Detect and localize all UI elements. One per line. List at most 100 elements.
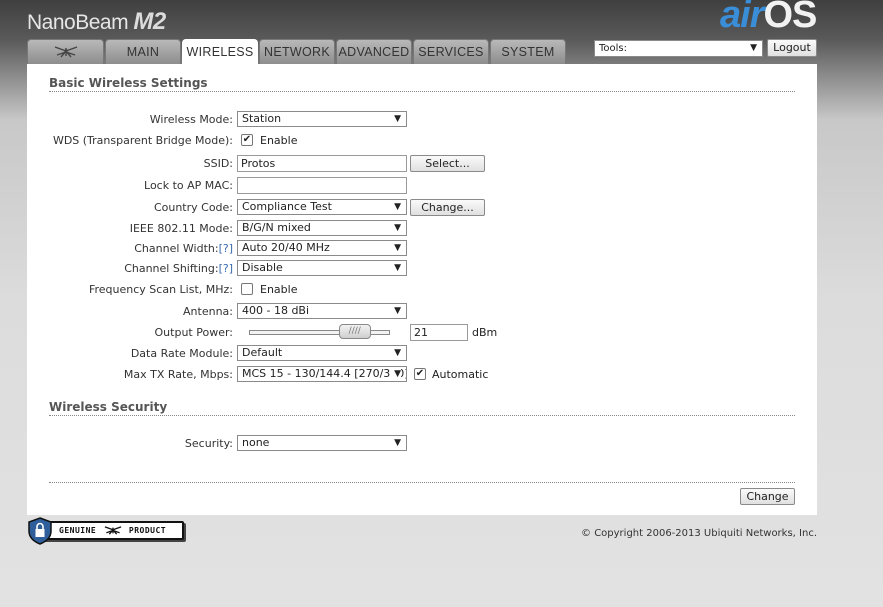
country-change-button[interactable]: Change... — [410, 199, 485, 216]
change-button[interactable]: Change — [740, 488, 795, 505]
channel-width-select[interactable]: Auto 20/40 MHz ▼ — [237, 240, 407, 256]
basic-settings-title: Basic Wireless Settings — [49, 76, 208, 90]
copyright-text: © Copyright 2006-2013 Ubiquiti Networks,… — [581, 528, 817, 539]
airos-logo-os: OS — [763, 0, 817, 36]
country-code-label: Country Code: — [153, 201, 233, 214]
tab-services[interactable]: SERVICES — [413, 39, 489, 64]
product-model: M2 — [133, 8, 166, 35]
tools-select[interactable]: Tools: ▼ — [594, 40, 763, 57]
dropdown-arrow-icon: ▼ — [394, 243, 401, 253]
country-code-row: Country Code: Compliance Test ▼ Change..… — [27, 199, 817, 216]
wireless-mode-row: Wireless Mode: Station ▼ — [27, 111, 817, 128]
main-tabs: MAIN WIRELESS NETWORK ADVANCED SERVICES … — [27, 39, 567, 64]
channel-shifting-help-link[interactable]: [?] — [219, 262, 233, 275]
channel-shifting-row: Channel Shifting:[?] Disable ▼ — [27, 260, 817, 277]
output-power-unit: dBm — [472, 326, 498, 339]
tab-advanced[interactable]: ADVANCED — [336, 39, 412, 64]
settings-panel: Basic Wireless Settings Wireless Mode: S… — [27, 64, 817, 515]
data-rate-module-value: Default — [242, 346, 283, 359]
security-select[interactable]: none ▼ — [237, 435, 407, 451]
max-tx-rate-row: Max TX Rate, Mbps: MCS 15 - 130/144.4 [2… — [27, 366, 817, 383]
max-tx-rate-label: Max TX Rate, Mbps: — [123, 368, 233, 381]
country-code-value: Compliance Test — [242, 200, 332, 213]
dropdown-arrow-icon: ▼ — [394, 223, 401, 233]
section-divider — [49, 482, 795, 483]
channel-width-label: Channel Width:[?] — [13, 240, 233, 257]
ssid-label: SSID: — [203, 157, 233, 170]
security-value: none — [242, 436, 270, 449]
wds-row: WDS (Transparent Bridge Mode): ✔ Enable — [27, 132, 817, 149]
channel-width-value: Auto 20/40 MHz — [242, 241, 330, 254]
dropdown-arrow-icon: ▼ — [394, 114, 401, 124]
product-name: NanoBeam M2 — [27, 8, 166, 36]
output-power-label: Output Power: — [154, 326, 233, 339]
channel-width-help-link[interactable]: [?] — [219, 242, 233, 255]
freq-scan-checkbox[interactable] — [241, 283, 253, 295]
dropdown-arrow-icon: ▼ — [394, 202, 401, 212]
ieee-mode-label: IEEE 802.11 Mode: — [129, 222, 233, 235]
output-power-input[interactable]: 21 — [410, 324, 468, 341]
channel-width-label-text: Channel Width: — [134, 242, 219, 255]
lock-shield-icon — [28, 517, 52, 545]
channel-shifting-select[interactable]: Disable ▼ — [237, 260, 407, 276]
wds-enable-label: Enable — [260, 134, 298, 147]
dropdown-arrow-icon: ▼ — [394, 438, 401, 448]
genuine-word: GENUINE — [59, 526, 97, 535]
channel-shifting-value: Disable — [242, 261, 283, 274]
ubiquiti-logo-icon — [104, 526, 121, 535]
max-tx-rate-value: MCS 15 - 130/144.4 [270/300] — [242, 367, 407, 380]
product-label: NanoBeam — [27, 11, 129, 34]
airos-logo-air: air — [720, 0, 764, 36]
freq-scan-row: Frequency Scan List, MHz: Enable — [27, 281, 817, 298]
ieee-mode-select[interactable]: B/G/N mixed ▼ — [237, 220, 407, 236]
tab-network[interactable]: NETWORK — [259, 39, 335, 64]
wireless-mode-select[interactable]: Station ▼ — [237, 111, 407, 127]
ieee-mode-row: IEEE 802.11 Mode: B/G/N mixed ▼ — [27, 220, 817, 237]
antenna-row: Antenna: 400 - 18 dBi ▼ — [27, 303, 817, 320]
antenna-select[interactable]: 400 - 18 dBi ▼ — [237, 303, 407, 319]
product-word: PRODUCT — [128, 526, 167, 535]
output-power-row: Output Power: //// 21 dBm — [27, 324, 817, 341]
lock-ap-mac-input[interactable] — [237, 177, 407, 194]
dropdown-arrow-icon: ▼ — [391, 367, 401, 381]
channel-shifting-label-text: Channel Shifting: — [124, 262, 219, 275]
section-divider — [49, 91, 795, 92]
dropdown-arrow-icon: ▼ — [750, 43, 757, 53]
antenna-value: 400 - 18 dBi — [242, 304, 310, 317]
lock-ap-mac-label: Lock to AP MAC: — [144, 179, 233, 192]
max-tx-rate-select[interactable]: MCS 15 - 130/144.4 [270/300] ▼ — [237, 366, 407, 382]
genuine-product-label: GENUINE PRODUCT — [39, 521, 184, 540]
wds-label: WDS (Transparent Bridge Mode): — [52, 134, 233, 147]
tab-wireless[interactable]: WIRELESS — [182, 39, 258, 64]
freq-scan-label: Frequency Scan List, MHz: — [88, 283, 233, 296]
country-code-select[interactable]: Compliance Test ▼ — [237, 199, 407, 215]
lock-ap-mac-row: Lock to AP MAC: — [27, 177, 817, 194]
freq-scan-enable-label: Enable — [260, 283, 298, 296]
tab-main[interactable]: MAIN — [105, 39, 181, 64]
ssid-row: SSID: Protos Select... — [27, 155, 817, 172]
data-rate-module-select[interactable]: Default ▼ — [237, 345, 407, 361]
security-row: Security: none ▼ — [27, 435, 817, 452]
dropdown-arrow-icon: ▼ — [394, 348, 401, 358]
data-rate-module-label: Data Rate Module: — [130, 347, 233, 360]
max-tx-auto-checkbox[interactable]: ✔ — [414, 368, 426, 380]
airos-logo: airOS — [720, 0, 817, 36]
dropdown-arrow-icon: ▼ — [394, 263, 401, 273]
genuine-product-badge: GENUINE PRODUCT — [27, 517, 185, 545]
ubiquiti-logo-icon — [54, 46, 77, 58]
channel-width-row: Channel Width:[?] Auto 20/40 MHz ▼ — [27, 240, 817, 257]
wireless-security-title: Wireless Security — [49, 400, 168, 414]
tab-system[interactable]: SYSTEM — [490, 39, 566, 64]
ieee-mode-value: B/G/N mixed — [242, 221, 311, 234]
output-power-slider-handle[interactable]: //// — [338, 324, 371, 339]
logout-button[interactable]: Logout — [767, 39, 817, 57]
wds-checkbox[interactable]: ✔ — [241, 134, 253, 146]
ssid-input[interactable]: Protos — [237, 155, 407, 172]
max-tx-auto-label: Automatic — [432, 368, 489, 381]
section-divider — [49, 415, 795, 416]
dropdown-arrow-icon: ▼ — [394, 306, 401, 316]
tab-ubiquiti-logo[interactable] — [27, 39, 104, 64]
wireless-mode-label: Wireless Mode: — [149, 113, 233, 126]
data-rate-module-row: Data Rate Module: Default ▼ — [27, 345, 817, 362]
ssid-select-button[interactable]: Select... — [410, 155, 485, 172]
